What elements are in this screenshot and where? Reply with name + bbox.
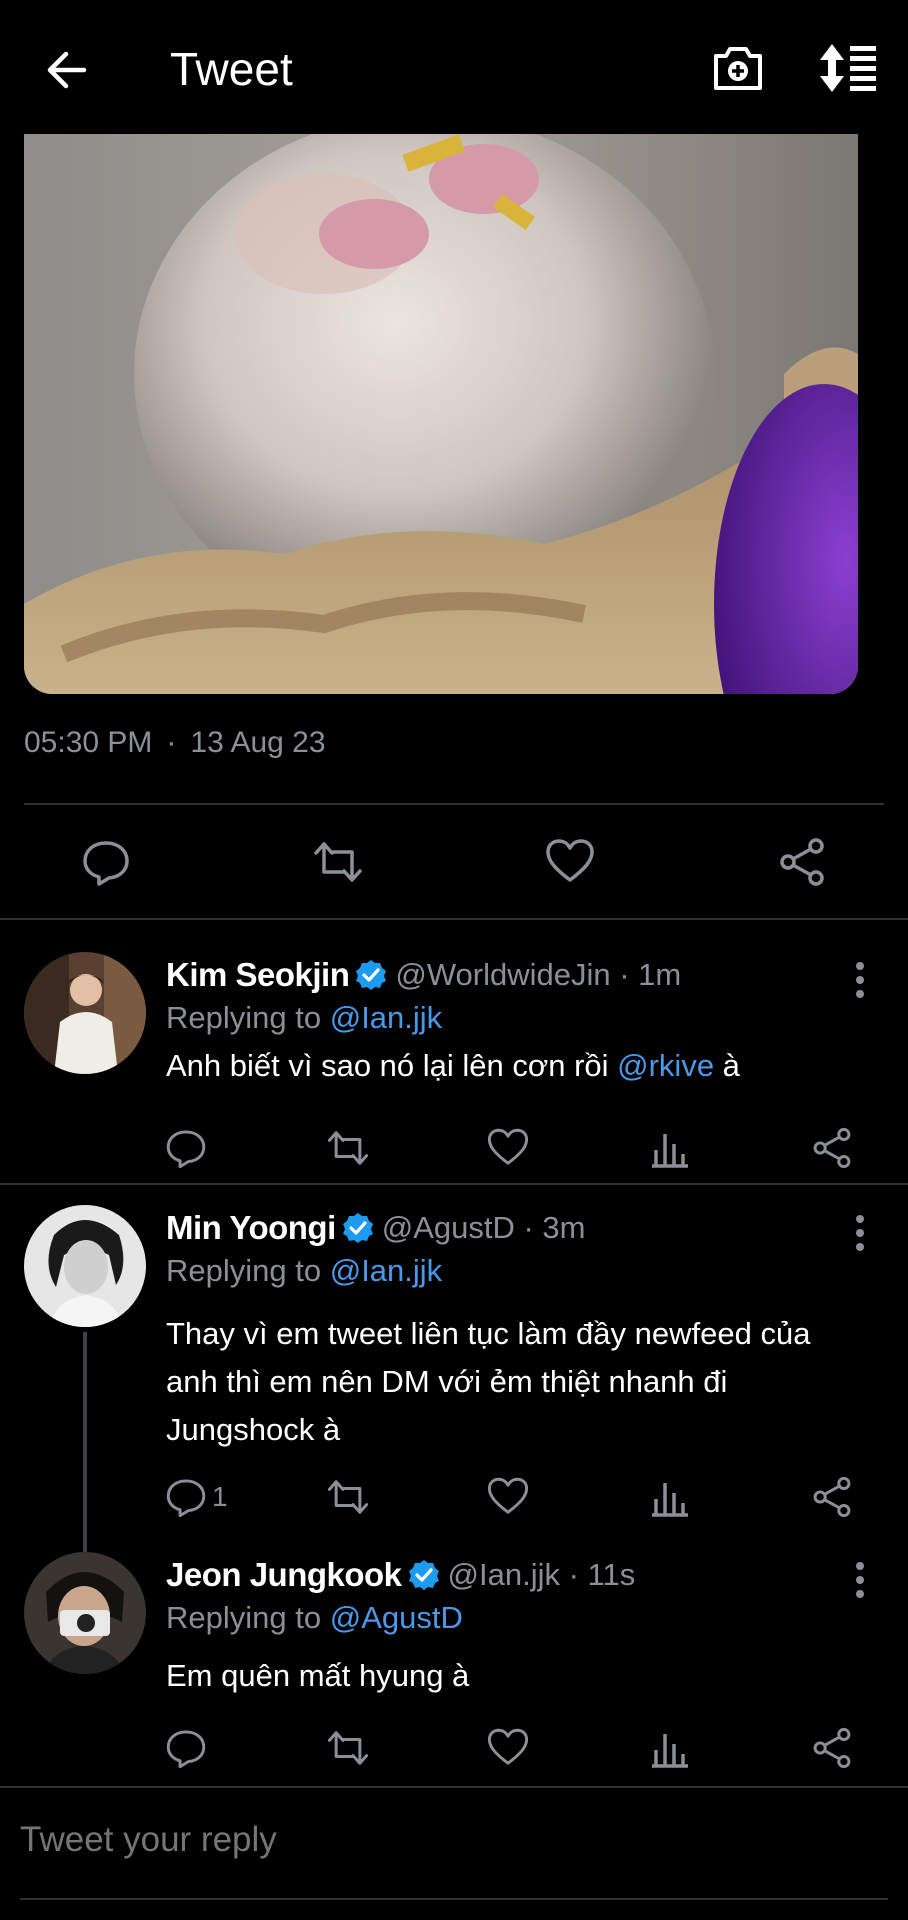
bar-chart-icon <box>652 1483 688 1517</box>
views-button[interactable] <box>648 1726 692 1770</box>
retweet-icon <box>327 1480 369 1514</box>
retweet-button[interactable] <box>326 1726 370 1770</box>
heart-icon <box>546 839 594 882</box>
tweet-text-part: Anh biết vì sao nó lại lên cơn rồi <box>166 1048 618 1083</box>
reply-header: Kim Seokjin @WorldwideJin · 1m <box>166 956 681 994</box>
replying-to: Replying to @Ian.jjk <box>166 1000 442 1036</box>
more-options-button[interactable] <box>850 960 870 1000</box>
retweet-button[interactable] <box>312 836 364 888</box>
reply-icon <box>166 1730 206 1769</box>
avatar[interactable] <box>24 1205 146 1327</box>
reply-tweet[interactable]: Kim Seokjin @WorldwideJin · 1m Replying … <box>0 918 908 1183</box>
verified-badge-icon <box>408 1560 439 1590</box>
handle-and-time: @AgustD · 3m <box>381 1210 586 1245</box>
replying-to: Replying to @AgustD <box>166 1600 463 1636</box>
camera-button[interactable] <box>710 40 766 96</box>
more-vertical-icon <box>856 962 864 998</box>
share-icon <box>813 1727 851 1769</box>
display-name[interactable]: Min Yoongi <box>166 1209 336 1247</box>
bar-chart-icon <box>652 1734 688 1768</box>
tweet-time: 05:30 PM <box>24 726 153 759</box>
reply-button[interactable] <box>80 836 132 888</box>
separator-dot: · <box>166 726 177 759</box>
mention-link[interactable]: @rkive <box>617 1048 714 1083</box>
share-button[interactable] <box>810 1475 854 1519</box>
views-button[interactable] <box>648 1126 692 1170</box>
share-button[interactable] <box>810 1726 854 1770</box>
reply-tweet[interactable]: Jeon Jungkook @Ian.jjk · 11s Replying to… <box>0 1548 908 1786</box>
like-button[interactable] <box>486 1126 530 1170</box>
replying-to-label: Replying to <box>166 1600 330 1635</box>
verified-badge-icon <box>342 1213 373 1243</box>
replying-to-link[interactable]: @Ian.jjk <box>330 1000 442 1035</box>
display-name[interactable]: Kim Seokjin <box>166 956 350 994</box>
reply-icon <box>166 1130 206 1169</box>
page-title: Tweet <box>170 43 293 95</box>
verified-badge-icon <box>356 960 387 990</box>
replying-to-link[interactable]: @Ian.jjk <box>330 1253 442 1288</box>
retweet-icon <box>327 1731 369 1765</box>
share-icon <box>780 838 824 886</box>
tweet-text: Anh biết vì sao nó lại lên cơn rồi @rkiv… <box>166 1042 866 1090</box>
tweet-reply-input[interactable] <box>20 1820 880 1860</box>
more-vertical-icon <box>856 1562 864 1598</box>
retweet-icon <box>314 842 362 882</box>
tweet-text-part: à <box>714 1048 740 1083</box>
share-icon <box>813 1476 851 1518</box>
camera-plus-icon <box>714 47 762 90</box>
arrow-left-icon <box>47 51 87 89</box>
tweet-timestamp: 05:30 PM · 13 Aug 23 <box>24 726 326 760</box>
retweet-button[interactable] <box>326 1126 370 1170</box>
replying-to-label: Replying to <box>166 1000 330 1035</box>
more-options-button[interactable] <box>850 1213 870 1253</box>
reply-icon <box>166 1479 206 1518</box>
reply-tweet[interactable]: Min Yoongi @AgustD · 3m Replying to @Ian… <box>0 1183 908 1548</box>
divider <box>20 1898 888 1900</box>
tweet-text: Em quên mất hyung à <box>166 1658 470 1693</box>
reply-header: Jeon Jungkook @Ian.jjk · 11s <box>166 1556 635 1594</box>
divider <box>24 803 884 805</box>
like-button[interactable] <box>544 836 596 888</box>
avatar[interactable] <box>24 952 146 1074</box>
hamster-photo <box>24 134 858 694</box>
more-vertical-icon <box>856 1215 864 1251</box>
share-icon <box>813 1127 851 1169</box>
replying-to-link[interactable]: @AgustD <box>330 1600 463 1635</box>
top-bar: Tweet <box>0 0 908 134</box>
tweet-date: 13 Aug 23 <box>190 726 326 759</box>
bar-chart-icon <box>652 1134 688 1168</box>
like-button[interactable] <box>486 1726 530 1770</box>
reply-icon <box>83 841 129 886</box>
tweet-media-image[interactable] <box>24 134 858 694</box>
share-button[interactable] <box>776 836 828 888</box>
back-button[interactable] <box>40 44 92 96</box>
reply-button[interactable] <box>164 1126 208 1170</box>
like-button[interactable] <box>486 1475 530 1519</box>
reply-count: 1 <box>212 1481 228 1512</box>
heart-icon <box>487 1477 529 1514</box>
replying-to-label: Replying to <box>166 1253 330 1288</box>
views-button[interactable] <box>648 1475 692 1519</box>
replying-to: Replying to @Ian.jjk <box>166 1253 442 1289</box>
sort-list-icon <box>820 44 876 92</box>
reply-button[interactable] <box>164 1475 208 1519</box>
heart-icon <box>487 1728 529 1765</box>
display-name[interactable]: Jeon Jungkook <box>166 1556 402 1594</box>
reply-header: Min Yoongi @AgustD · 3m <box>166 1209 586 1247</box>
more-options-button[interactable] <box>850 1560 870 1600</box>
handle-and-time: @Ian.jjk · 11s <box>447 1557 636 1592</box>
tweet-text: Thay vì em tweet liên tục làm đầy newfee… <box>166 1316 811 1447</box>
heart-icon <box>487 1128 529 1165</box>
retweet-button[interactable] <box>326 1475 370 1519</box>
handle-and-time: @WorldwideJin · 1m <box>395 957 682 992</box>
avatar[interactable] <box>24 1552 146 1674</box>
share-button[interactable] <box>810 1126 854 1170</box>
reply-button[interactable] <box>164 1726 208 1770</box>
sort-button[interactable] <box>818 40 882 96</box>
divider <box>0 1786 908 1788</box>
retweet-icon <box>327 1131 369 1165</box>
